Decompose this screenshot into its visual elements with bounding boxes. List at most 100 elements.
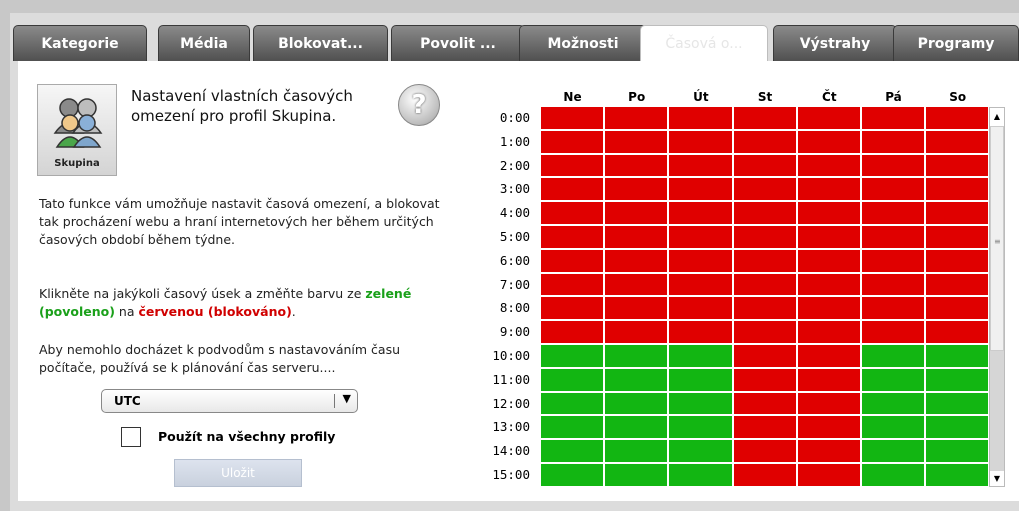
time-slot-cell[interactable] bbox=[541, 297, 606, 322]
time-slot-cell[interactable] bbox=[605, 416, 670, 441]
time-slot-cell[interactable] bbox=[541, 273, 606, 298]
time-slot-cell[interactable] bbox=[797, 130, 862, 155]
tab-blokovat[interactable]: Blokovat... bbox=[253, 25, 388, 61]
tab-media[interactable]: Média bbox=[158, 25, 250, 61]
time-slot-cell[interactable] bbox=[733, 345, 798, 369]
time-slot-cell[interactable] bbox=[669, 107, 734, 131]
time-slot-cell[interactable] bbox=[797, 440, 862, 464]
time-slot-cell[interactable] bbox=[862, 440, 927, 464]
time-slot-cell[interactable] bbox=[926, 392, 991, 417]
time-slot-cell[interactable] bbox=[605, 321, 670, 345]
time-slot-cell[interactable] bbox=[733, 321, 798, 345]
time-slot-cell[interactable] bbox=[541, 249, 606, 274]
time-slot-cell[interactable] bbox=[541, 130, 606, 155]
time-slot-cell[interactable] bbox=[541, 464, 606, 488]
time-slot-cell[interactable] bbox=[797, 345, 862, 369]
time-slot-cell[interactable] bbox=[541, 321, 606, 345]
tab-kategorie[interactable]: Kategorie bbox=[13, 25, 147, 61]
tab-povolit[interactable]: Povolit ... bbox=[391, 25, 525, 61]
time-slot-cell[interactable] bbox=[669, 345, 734, 369]
timezone-select[interactable]: UTC ▼ bbox=[101, 389, 358, 413]
help-icon[interactable]: ? bbox=[398, 84, 440, 126]
time-slot-cell[interactable] bbox=[605, 297, 670, 322]
time-slot-cell[interactable] bbox=[926, 273, 991, 298]
time-slot-cell[interactable] bbox=[926, 321, 991, 345]
time-slot-cell[interactable] bbox=[733, 416, 798, 441]
time-slot-cell[interactable] bbox=[926, 154, 991, 179]
time-slot-cell[interactable] bbox=[733, 297, 798, 322]
time-slot-cell[interactable] bbox=[733, 464, 798, 488]
time-slot-cell[interactable] bbox=[669, 226, 734, 250]
time-slot-cell[interactable] bbox=[926, 107, 991, 131]
time-slot-cell[interactable] bbox=[733, 154, 798, 179]
time-slot-cell[interactable] bbox=[797, 107, 862, 131]
time-slot-cell[interactable] bbox=[733, 249, 798, 274]
time-slot-cell[interactable] bbox=[797, 226, 862, 250]
apply-all-checkbox[interactable] bbox=[121, 427, 141, 447]
time-slot-cell[interactable] bbox=[669, 154, 734, 179]
time-slot-cell[interactable] bbox=[541, 226, 606, 250]
time-slot-cell[interactable] bbox=[605, 249, 670, 274]
time-slot-cell[interactable] bbox=[797, 392, 862, 417]
scroll-up-icon[interactable]: ▲ bbox=[990, 108, 1004, 124]
time-slot-cell[interactable] bbox=[669, 321, 734, 345]
time-slot-cell[interactable] bbox=[797, 178, 862, 203]
tab-vystrahy[interactable]: Výstrahy bbox=[773, 25, 897, 61]
time-slot-cell[interactable] bbox=[669, 464, 734, 488]
time-slot-cell[interactable] bbox=[669, 297, 734, 322]
time-slot-cell[interactable] bbox=[926, 249, 991, 274]
time-slot-cell[interactable] bbox=[669, 178, 734, 203]
time-slot-cell[interactable] bbox=[541, 440, 606, 464]
time-slot-cell[interactable] bbox=[926, 297, 991, 322]
time-slot-cell[interactable] bbox=[669, 368, 734, 393]
time-slot-cell[interactable] bbox=[605, 107, 670, 131]
time-slot-cell[interactable] bbox=[926, 226, 991, 250]
scroll-thumb[interactable]: ≡ bbox=[990, 126, 1004, 351]
time-slot-cell[interactable] bbox=[541, 368, 606, 393]
time-slot-cell[interactable] bbox=[541, 107, 606, 131]
time-slot-cell[interactable] bbox=[669, 249, 734, 274]
time-slot-cell[interactable] bbox=[797, 249, 862, 274]
time-slot-cell[interactable] bbox=[733, 107, 798, 131]
time-slot-cell[interactable] bbox=[862, 321, 927, 345]
time-slot-cell[interactable] bbox=[733, 392, 798, 417]
time-slot-cell[interactable] bbox=[862, 226, 927, 250]
tab-casova-omezeni[interactable]: Časová o... bbox=[640, 25, 768, 61]
time-slot-cell[interactable] bbox=[541, 392, 606, 417]
time-slot-cell[interactable] bbox=[605, 392, 670, 417]
time-slot-cell[interactable] bbox=[862, 464, 927, 488]
time-slot-cell[interactable] bbox=[797, 297, 862, 322]
time-slot-cell[interactable] bbox=[541, 416, 606, 441]
time-slot-cell[interactable] bbox=[733, 130, 798, 155]
time-slot-cell[interactable] bbox=[605, 368, 670, 393]
time-slot-cell[interactable] bbox=[605, 464, 670, 488]
grid-scrollbar[interactable]: ▲ ≡ ▼ bbox=[989, 107, 1005, 487]
time-slot-cell[interactable] bbox=[733, 178, 798, 203]
time-slot-cell[interactable] bbox=[605, 178, 670, 203]
time-slot-cell[interactable] bbox=[605, 273, 670, 298]
time-slot-cell[interactable] bbox=[926, 178, 991, 203]
time-slot-cell[interactable] bbox=[862, 107, 927, 131]
time-slot-cell[interactable] bbox=[669, 392, 734, 417]
time-slot-cell[interactable] bbox=[797, 464, 862, 488]
time-slot-cell[interactable] bbox=[797, 416, 862, 441]
time-slot-cell[interactable] bbox=[797, 321, 862, 345]
time-slot-cell[interactable] bbox=[862, 368, 927, 393]
time-slot-cell[interactable] bbox=[797, 154, 862, 179]
time-slot-cell[interactable] bbox=[926, 130, 991, 155]
time-slot-cell[interactable] bbox=[541, 178, 606, 203]
time-slot-cell[interactable] bbox=[605, 130, 670, 155]
time-slot-cell[interactable] bbox=[926, 440, 991, 464]
time-slot-cell[interactable] bbox=[669, 273, 734, 298]
time-slot-cell[interactable] bbox=[862, 178, 927, 203]
time-slot-cell[interactable] bbox=[862, 392, 927, 417]
time-slot-cell[interactable] bbox=[605, 202, 670, 226]
time-slot-cell[interactable] bbox=[605, 154, 670, 179]
time-slot-cell[interactable] bbox=[862, 202, 927, 226]
time-slot-cell[interactable] bbox=[733, 226, 798, 250]
time-slot-cell[interactable] bbox=[733, 368, 798, 393]
time-slot-cell[interactable] bbox=[797, 202, 862, 226]
time-slot-cell[interactable] bbox=[669, 440, 734, 464]
time-slot-cell[interactable] bbox=[862, 273, 927, 298]
time-slot-cell[interactable] bbox=[605, 440, 670, 464]
